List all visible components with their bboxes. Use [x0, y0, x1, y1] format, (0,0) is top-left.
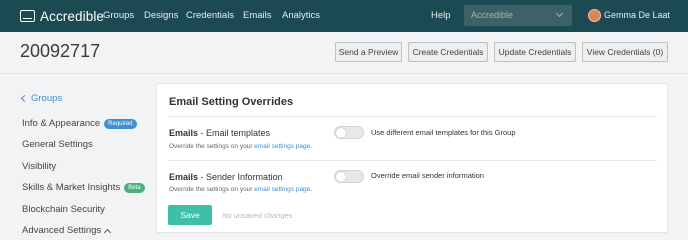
sender-info-setting-label: Emails - Sender Information: [169, 172, 283, 182]
email-templates-toggle-label: Use different email templates for this G…: [371, 128, 516, 137]
create-credentials-button[interactable]: Create Credentials: [408, 42, 488, 62]
sidebar-item-label: Advanced Settings: [22, 225, 102, 236]
sender-info-toggle-label: Override email sender information: [371, 171, 484, 180]
toggle-knob: [336, 172, 346, 182]
sidebar-item-skills-market-insights[interactable]: Skills & Market Insights Beta: [22, 182, 145, 193]
sender-info-toggle[interactable]: [334, 170, 364, 183]
email-templates-toggle[interactable]: [334, 126, 364, 139]
user-menu[interactable]: Gemma De Laat: [604, 10, 670, 20]
nav-link-help[interactable]: Help: [431, 10, 451, 21]
chevron-up-icon: [104, 228, 112, 236]
save-button[interactable]: Save: [168, 205, 212, 225]
chevron-left-icon: [20, 94, 29, 103]
nav-link-designs[interactable]: Designs: [144, 10, 178, 21]
nav-link-analytics[interactable]: Analytics: [282, 10, 320, 21]
required-badge: Required: [104, 118, 137, 129]
email-settings-page-link[interactable]: email settings page: [254, 186, 310, 193]
settings-divider: [169, 160, 657, 161]
email-templates-setting-label: Emails - Email templates: [169, 128, 271, 138]
header-divider: [0, 73, 688, 74]
email-templates-setting-description: Override the settings on your email sett…: [169, 143, 313, 150]
sender-info-setting-description: Override the settings on your email sett…: [169, 186, 313, 193]
sidebar-item-label: General Settings: [22, 139, 93, 150]
nav-link-credentials[interactable]: Credentials: [186, 10, 234, 21]
send-preview-button[interactable]: Send a Preview: [335, 42, 402, 62]
sidebar-item-visibility[interactable]: Visibility: [22, 161, 56, 172]
top-navbar: Accredible Groups Designs Credentials Em…: [0, 0, 688, 32]
brand-name: Accredible: [40, 8, 105, 24]
back-to-groups-link[interactable]: Groups: [20, 93, 63, 104]
sidebar-item-label: Skills & Market Insights: [22, 182, 121, 193]
sidebar-item-general-settings[interactable]: General Settings: [22, 139, 93, 150]
page-title: 20092717: [20, 41, 101, 61]
beta-badge: Beta: [124, 182, 145, 193]
sidebar-item-info-appearance[interactable]: Info & Appearance Required: [22, 118, 137, 129]
toggle-knob: [336, 128, 346, 138]
email-overrides-card: Email Setting Overrides Emails - Email t…: [156, 83, 668, 233]
certificate-icon: [20, 10, 35, 22]
sidebar-item-label: Visibility: [22, 161, 57, 172]
email-settings-page-link[interactable]: email settings page: [254, 143, 310, 150]
nav-link-groups[interactable]: Groups: [103, 10, 134, 21]
sidebar-item-label: Info & Appearance: [22, 118, 101, 129]
organization-select-value: Accredible: [471, 10, 514, 20]
brand-logo[interactable]: Accredible: [20, 7, 104, 25]
sidebar-item-label: Blockchain Security: [22, 204, 105, 215]
chevron-down-icon: [555, 9, 564, 18]
card-divider: [169, 116, 657, 117]
update-credentials-button[interactable]: Update Credentials: [494, 42, 576, 62]
avatar[interactable]: [588, 9, 601, 22]
view-credentials-button[interactable]: View Credentials (0): [582, 42, 668, 62]
sidebar-item-blockchain-security[interactable]: Blockchain Security: [22, 204, 105, 215]
nav-link-emails[interactable]: Emails: [243, 10, 272, 21]
save-status-text: No unsaved changes: [222, 211, 293, 220]
card-title: Email Setting Overrides: [169, 96, 294, 108]
back-link-label: Groups: [31, 93, 63, 104]
sidebar-item-advanced-settings[interactable]: Advanced Settings: [22, 225, 112, 236]
organization-select[interactable]: Accredible: [464, 5, 572, 26]
